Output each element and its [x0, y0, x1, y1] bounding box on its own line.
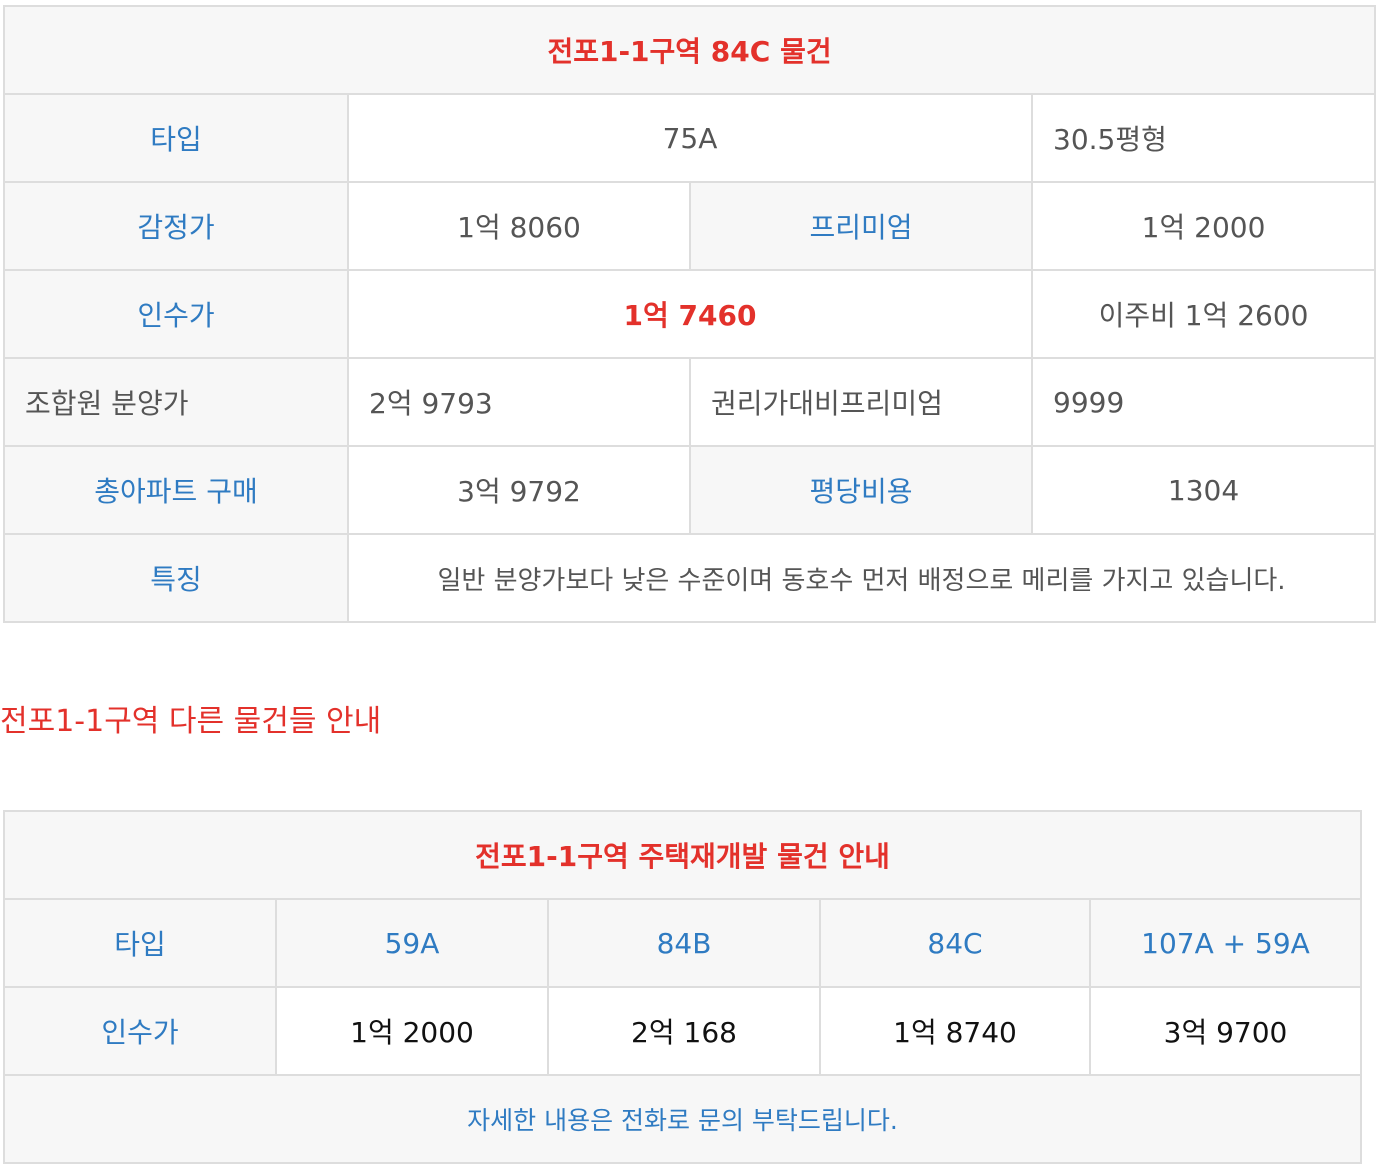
appraisal-row: 감정가 1억 8060 프리미엄 1억 2000 [3, 181, 1377, 271]
listing-title: 전포1-1구역 84C 물건 [2, 5, 1377, 95]
appraisal-label: 감정가 [3, 181, 349, 271]
type-label: 타입 [3, 93, 349, 183]
premium-label: 프리미엄 [689, 181, 1033, 271]
other-price-cell: 3억 9700 [1089, 986, 1362, 1076]
other-listings-heading: 전포1-1구역 다른 물건들 안내 [0, 704, 382, 739]
other-title-row: 전포1-1구역 주택재개발 물건 안내 [3, 810, 1362, 900]
member-price-row: 조합원 분양가 2억 9793 권리가대비프리미엄 9999 [3, 357, 1377, 447]
per-pyeong-value: 1304 [1030, 445, 1377, 535]
member-price-label: 조합원 분양가 [3, 357, 349, 447]
per-pyeong-label: 평당비용 [689, 445, 1033, 535]
other-type-cell: 107A + 59A [1089, 898, 1362, 988]
other-type-row: 타입 59A 84B 84C 107A + 59A [3, 898, 1362, 988]
other-type-cell: 84B [547, 898, 821, 988]
other-listings-title: 전포1-1구역 주택재개발 물건 안내 [3, 810, 1362, 900]
acquisition-label: 인수가 [3, 269, 349, 359]
other-listings-table: 전포1-1구역 주택재개발 물건 안내 타입 59A 84B 84C 107A … [3, 810, 1362, 1164]
other-price-cell: 2억 168 [547, 986, 821, 1076]
premium-value: 1억 2000 [1030, 181, 1377, 271]
feature-value: 일반 분양가보다 낮은 수준이며 동호수 먼저 배정으로 메리를 가지고 있습니… [346, 533, 1377, 623]
contact-note: 자세한 내용은 전화로 문의 부탁드립니다. [3, 1074, 1362, 1164]
other-price-row: 인수가 1억 2000 2억 168 1억 8740 3억 9700 [3, 986, 1362, 1076]
other-note-row: 자세한 내용은 전화로 문의 부탁드립니다. [3, 1074, 1362, 1164]
other-price-cell: 1억 2000 [275, 986, 549, 1076]
other-type-cell: 59A [275, 898, 549, 988]
total-label: 총아파트 구매 [3, 445, 349, 535]
feature-row: 특징 일반 분양가보다 낮은 수준이며 동호수 먼저 배정으로 메리를 가지고 … [3, 533, 1377, 623]
appraisal-value: 1억 8060 [347, 181, 691, 271]
other-price-cell: 1억 8740 [819, 986, 1091, 1076]
total-row: 총아파트 구매 3억 9792 평당비용 1304 [3, 445, 1377, 535]
acquisition-row: 인수가 1억 7460 이주비 1억 2600 [3, 269, 1377, 359]
rights-premium-label: 권리가대비프리미엄 [689, 357, 1033, 447]
total-value: 3억 9792 [347, 445, 691, 535]
other-price-label: 인수가 [3, 986, 277, 1076]
type-size: 30.5평형 [1030, 93, 1377, 183]
feature-label: 특징 [3, 533, 349, 623]
listing-table: 전포1-1구역 84C 물건 타입 75A 30.5평형 감정가 1억 8060… [2, 5, 1377, 623]
type-value: 75A [347, 93, 1033, 183]
member-price-value: 2억 9793 [347, 357, 691, 447]
listing-title-row: 전포1-1구역 84C 물건 [2, 5, 1377, 95]
acquisition-value: 1억 7460 [347, 269, 1033, 359]
rights-premium-value: 9999 [1030, 357, 1377, 447]
other-type-label: 타입 [3, 898, 277, 988]
relocation-value: 이주비 1억 2600 [1030, 269, 1377, 359]
other-type-cell: 84C [819, 898, 1091, 988]
type-row: 타입 75A 30.5평형 [3, 93, 1377, 183]
